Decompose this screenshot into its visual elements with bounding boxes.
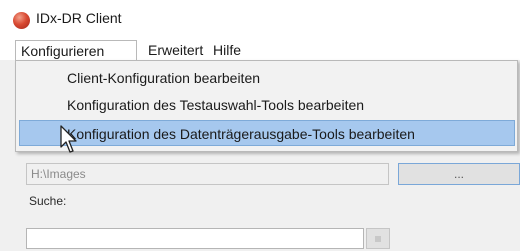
search-label: Suche: (29, 194, 67, 208)
title-bar: IDx-DR Client (0, 0, 520, 36)
menu-item-client-konfiguration[interactable]: Client-Konfiguration bearbeiten (16, 66, 517, 90)
menu-konfigurieren[interactable]: Konfigurieren (15, 40, 137, 60)
menu-item-datentraegerausgabe-konfiguration[interactable]: Konfiguration des Datenträgerausgabe-Too… (19, 120, 515, 146)
konfigurieren-dropdown: Client-Konfiguration bearbeiten Konfigur… (15, 60, 518, 152)
search-button[interactable] (366, 228, 390, 249)
menu-erweitert[interactable]: Erweitert (148, 40, 203, 60)
menu-bar: Konfigurieren Erweitert Hilfe (0, 38, 520, 60)
app-icon (13, 12, 30, 29)
window-title: IDx-DR Client (36, 10, 122, 26)
search-input[interactable] (26, 228, 364, 249)
browse-button[interactable]: ... (398, 163, 520, 185)
path-input[interactable]: H:\Images (26, 163, 389, 185)
menu-item-label: Konfiguration des Testauswahl-Tools bear… (67, 97, 365, 113)
menu-item-label: Client-Konfiguration bearbeiten (67, 70, 261, 86)
mouse-pointer-icon (60, 125, 77, 153)
menu-hilfe[interactable]: Hilfe (213, 40, 241, 60)
search-icon (375, 236, 381, 242)
menu-item-label: Konfiguration des Datenträgerausgabe-Too… (67, 126, 415, 142)
menu-item-testauswahl-konfiguration[interactable]: Konfiguration des Testauswahl-Tools bear… (16, 93, 517, 117)
